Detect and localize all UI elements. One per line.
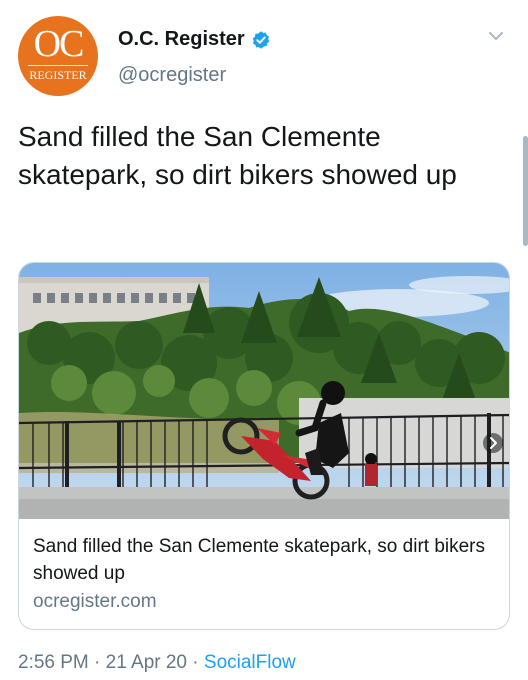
scrollbar[interactable] — [523, 136, 528, 246]
card-body: Sand filled the San Clemente skatepark, … — [33, 533, 495, 615]
chevron-down-icon[interactable] — [486, 26, 506, 46]
tweet-time[interactable]: 2:56 PM — [18, 652, 89, 673]
meta-separator: · — [192, 652, 199, 673]
card-domain: ocregister.com — [33, 591, 157, 612]
display-name[interactable]: O.C. Register — [118, 28, 245, 51]
avatar[interactable]: OC REGISTER — [18, 16, 98, 96]
tweet-date[interactable]: 21 Apr 20 — [106, 652, 187, 673]
verified-badge-icon — [252, 30, 269, 49]
avatar-divider — [28, 65, 88, 66]
avatar-logo-text: OC — [33, 23, 85, 65]
tweet-meta: 2:56 PM · 21 Apr 20 · SocialFlow — [18, 652, 296, 674]
card-image[interactable] — [19, 263, 510, 519]
link-card[interactable]: Sand filled the San Clemente skatepark, … — [18, 262, 510, 630]
card-title[interactable]: Sand filled the San Clemente skatepark, … — [33, 533, 495, 587]
name-row: O.C. Register — [118, 28, 271, 51]
avatar-logo-subtext: REGISTER — [29, 68, 87, 82]
tweet-source-link[interactable]: SocialFlow — [204, 652, 296, 673]
handle[interactable]: @ocregister — [118, 64, 226, 87]
tweet-header: OC REGISTER O.C. Register @ocregister — [18, 14, 518, 104]
tweet-text: Sand filled the San Clemente skatepark, … — [18, 121, 457, 190]
meta-separator: · — [94, 652, 101, 673]
